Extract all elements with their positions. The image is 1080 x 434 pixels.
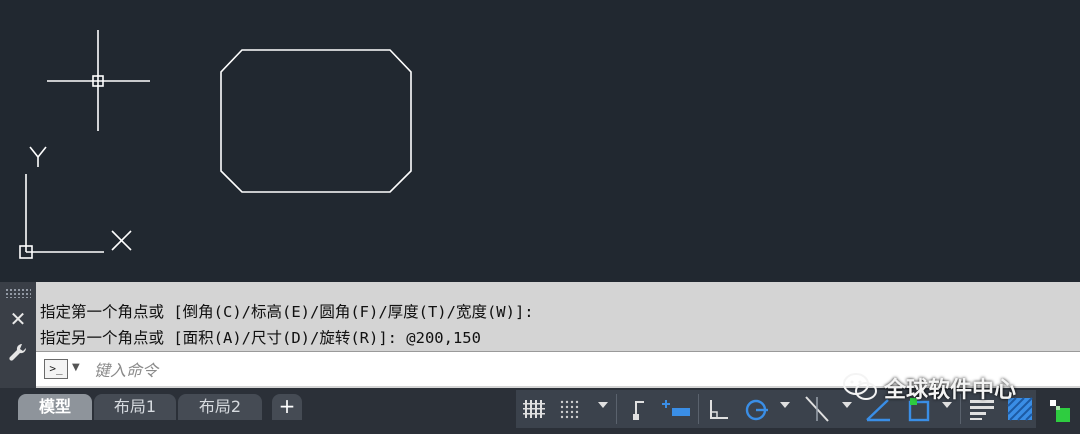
watermark-text: 全球软件中心 bbox=[884, 378, 1017, 403]
drag-handle-icon[interactable] bbox=[5, 288, 31, 298]
ortho-mode-icon[interactable] bbox=[706, 394, 732, 424]
isometric-drafting-icon[interactable] bbox=[802, 394, 832, 424]
ucs-icon bbox=[19, 146, 132, 259]
command-window-grip[interactable]: ✕ bbox=[0, 282, 36, 388]
tab-model[interactable]: 模型 bbox=[18, 394, 92, 420]
polar-tracking-icon[interactable] bbox=[742, 394, 772, 424]
tab-layout2[interactable]: 布局2 bbox=[178, 394, 262, 420]
chamfered-rectangle[interactable] bbox=[220, 49, 412, 193]
customize-wrench-icon[interactable] bbox=[7, 342, 29, 364]
grid-display-icon[interactable] bbox=[522, 394, 548, 424]
model-space[interactable] bbox=[0, 0, 1080, 282]
chevron-down-icon[interactable]: ▼ bbox=[72, 362, 80, 373]
infer-constraints-icon[interactable] bbox=[628, 394, 652, 424]
chevron-down-icon[interactable] bbox=[780, 402, 790, 408]
snap-mode-icon[interactable] bbox=[558, 394, 584, 424]
command-history-line: 指定第一个角点或 [倒角(C)/标高(E)/圆角(F)/厚度(T)/宽度(W)]… bbox=[40, 303, 534, 321]
command-input[interactable] bbox=[92, 356, 796, 384]
separator bbox=[616, 394, 617, 424]
drawing-canvas[interactable] bbox=[0, 0, 1080, 282]
watermark: 全球软件中心 bbox=[836, 366, 1056, 406]
command-history: 指定第一个角点或 [倒角(C)/标高(E)/圆角(F)/厚度(T)/宽度(W)]… bbox=[36, 282, 1080, 350]
dynamic-input-icon[interactable] bbox=[662, 394, 692, 424]
command-prompt-icon[interactable]: >_ bbox=[44, 359, 68, 379]
add-layout-button[interactable]: + bbox=[272, 394, 302, 420]
crosshair-cursor bbox=[47, 30, 150, 131]
wechat-icon bbox=[843, 373, 877, 400]
command-history-line: 指定另一个角点或 [面积(A)/尺寸(D)/旋转(R)]: @200,150 bbox=[40, 329, 481, 347]
separator bbox=[698, 394, 699, 424]
close-icon[interactable]: ✕ bbox=[6, 308, 30, 330]
tab-layout1[interactable]: 布局1 bbox=[94, 394, 176, 420]
chevron-down-icon[interactable] bbox=[598, 402, 608, 408]
